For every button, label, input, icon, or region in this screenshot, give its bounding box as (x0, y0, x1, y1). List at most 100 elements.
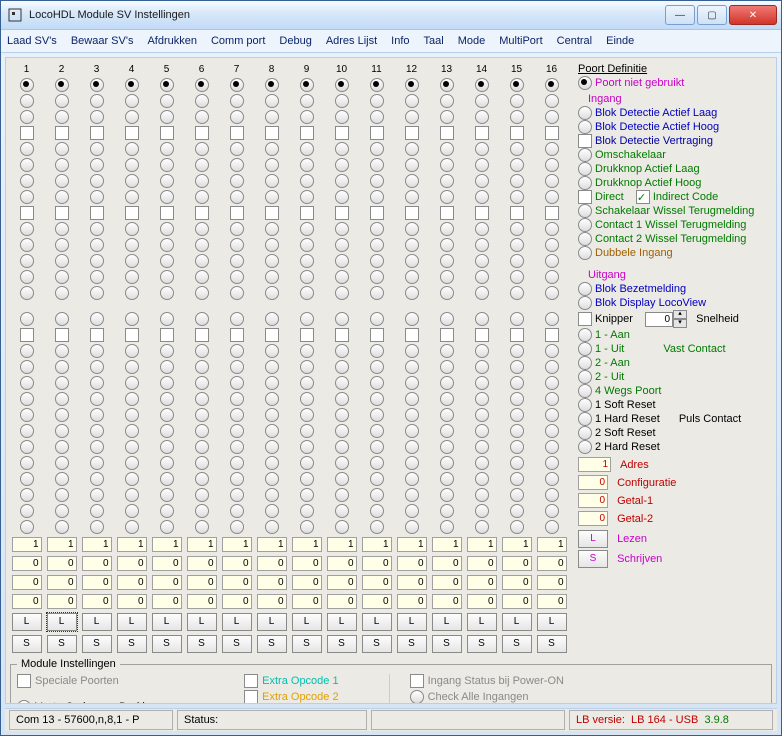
port-val-2[interactable]: 0 (362, 594, 392, 609)
port-radio[interactable] (230, 312, 244, 326)
port-radio[interactable] (230, 488, 244, 502)
port-val-0[interactable]: 0 (432, 556, 462, 571)
port-radio[interactable] (160, 488, 174, 502)
port-S-button[interactable]: S (117, 635, 147, 653)
port-radio[interactable] (160, 392, 174, 406)
port-val-2[interactable]: 0 (502, 594, 532, 609)
port-radio[interactable] (265, 238, 279, 252)
port-val-2[interactable]: 0 (467, 594, 497, 609)
port-radio[interactable] (20, 472, 34, 486)
port-radio[interactable] (90, 520, 104, 534)
port-check[interactable] (55, 126, 69, 140)
port-radio[interactable] (265, 456, 279, 470)
port-radio[interactable] (300, 488, 314, 502)
legend-S-btn[interactable]: S (578, 550, 608, 568)
port-radio[interactable] (195, 94, 209, 108)
port-radio[interactable] (265, 440, 279, 454)
port-radio[interactable] (125, 488, 139, 502)
port-radio[interactable] (370, 424, 384, 438)
port-check[interactable] (160, 206, 174, 220)
port-val-0[interactable]: 0 (47, 556, 77, 571)
port-check[interactable] (20, 126, 34, 140)
port-radio[interactable] (230, 408, 244, 422)
port-check[interactable] (370, 206, 384, 220)
port-val-0[interactable]: 0 (502, 556, 532, 571)
port-check[interactable] (475, 126, 489, 140)
port-check[interactable] (195, 126, 209, 140)
port-radio[interactable] (475, 472, 489, 486)
port-radio[interactable] (440, 312, 454, 326)
port-radio[interactable] (265, 286, 279, 300)
port-radio[interactable] (230, 222, 244, 236)
port-val-0[interactable]: 0 (292, 556, 322, 571)
port-S-button[interactable]: S (467, 635, 497, 653)
port-radio[interactable] (20, 238, 34, 252)
port-radio[interactable] (55, 520, 69, 534)
port-radio[interactable] (230, 376, 244, 390)
port-adres[interactable]: 1 (537, 537, 567, 552)
port-check[interactable] (125, 126, 139, 140)
port-S-button[interactable]: S (257, 635, 287, 653)
port-check[interactable] (230, 328, 244, 342)
port-S-button[interactable]: S (397, 635, 427, 653)
port-radio[interactable] (230, 238, 244, 252)
port-radio[interactable] (405, 392, 419, 406)
port-radio[interactable] (125, 504, 139, 518)
port-val-2[interactable]: 0 (327, 594, 357, 609)
port-radio[interactable] (55, 488, 69, 502)
port-radio[interactable] (195, 392, 209, 406)
port-radio[interactable] (440, 408, 454, 422)
port-radio[interactable] (160, 270, 174, 284)
port-radio[interactable] (300, 238, 314, 252)
port-radio[interactable] (20, 190, 34, 204)
port-val-0[interactable]: 0 (327, 556, 357, 571)
port-radio[interactable] (510, 222, 524, 236)
port-radio[interactable] (160, 520, 174, 534)
port-radio[interactable] (20, 360, 34, 374)
port-radio[interactable] (90, 344, 104, 358)
port-val-2[interactable]: 0 (537, 594, 567, 609)
port-check[interactable] (370, 328, 384, 342)
port-radio[interactable] (125, 238, 139, 252)
port-radio[interactable] (20, 392, 34, 406)
port-radio[interactable] (230, 190, 244, 204)
port-radio[interactable] (265, 222, 279, 236)
port-radio[interactable] (90, 504, 104, 518)
port-radio[interactable] (195, 360, 209, 374)
port-radio[interactable] (265, 190, 279, 204)
port-radio[interactable] (125, 360, 139, 374)
port-radio[interactable] (55, 190, 69, 204)
port-radio[interactable] (195, 504, 209, 518)
port-radio[interactable] (300, 456, 314, 470)
port-radio[interactable] (370, 142, 384, 156)
port-radio[interactable] (20, 504, 34, 518)
chk-extra1[interactable] (244, 674, 258, 688)
port-radio[interactable] (440, 190, 454, 204)
port-radio[interactable] (300, 392, 314, 406)
port-L-button[interactable]: L (292, 613, 322, 631)
port-L-button[interactable]: L (537, 613, 567, 631)
port-radio[interactable] (335, 158, 349, 172)
port-val-1[interactable]: 0 (12, 575, 42, 590)
port-radio[interactable] (510, 504, 524, 518)
port-check[interactable] (545, 328, 559, 342)
port-radio[interactable] (55, 238, 69, 252)
port-radio[interactable] (475, 110, 489, 124)
port-radio[interactable] (125, 254, 139, 268)
port-check[interactable] (195, 206, 209, 220)
port-check[interactable] (510, 126, 524, 140)
port-radio[interactable] (55, 312, 69, 326)
port-radio[interactable] (230, 254, 244, 268)
port-check[interactable] (475, 328, 489, 342)
port-radio[interactable] (55, 78, 69, 92)
port-radio[interactable] (265, 360, 279, 374)
port-radio[interactable] (510, 312, 524, 326)
port-val-2[interactable]: 0 (12, 594, 42, 609)
port-radio[interactable] (195, 238, 209, 252)
port-check[interactable] (55, 328, 69, 342)
port-radio[interactable] (300, 286, 314, 300)
port-adres[interactable]: 1 (82, 537, 112, 552)
port-val-0[interactable]: 0 (187, 556, 217, 571)
port-S-button[interactable]: S (187, 635, 217, 653)
port-radio[interactable] (160, 504, 174, 518)
